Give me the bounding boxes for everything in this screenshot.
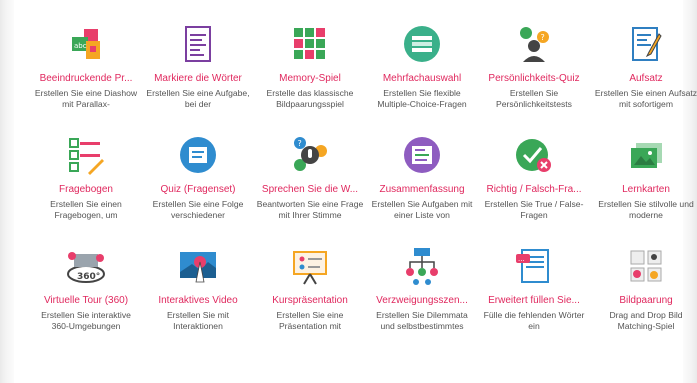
content-type-tile[interactable]: Mehrfachauswahl Erstellen Sie flexible M… (366, 24, 478, 124)
svg-text:...: ... (518, 255, 525, 263)
tile-title: Aufsatz (629, 73, 663, 84)
tile-description: Erstellen Sie eine Folge verschiedener (152, 199, 244, 220)
tile-description: Erstellen Sie mit Interaktionen (166, 310, 230, 331)
personality-quiz-icon: ? (514, 24, 554, 64)
content-type-tile[interactable]: Aufsatz Erstellen Sie einen Aufsatz mit … (590, 24, 697, 124)
tile-title: Bildpaarung (619, 295, 673, 306)
tile-title: Lernkarten (622, 184, 670, 195)
tile-title: Erweitert füllen Sie... (488, 295, 580, 306)
multiple-choice-icon (402, 24, 442, 64)
tile-title: Fragebogen (59, 184, 113, 195)
tile-description: Erstellen Sie interaktive 360-Umgebungen (41, 310, 131, 331)
tile-title: Markiere die Wörter (154, 73, 242, 84)
content-type-tile[interactable]: 360° Virtuelle Tour (360) Erstellen Sie … (30, 246, 142, 346)
tile-title: Mehrfachauswahl (382, 73, 462, 84)
content-type-tile[interactable]: Verzweigungsszen... Erstellen Sie Dilemm… (366, 246, 478, 346)
content-type-tile[interactable]: Interaktives Video Erstellen Sie mit Int… (142, 246, 254, 346)
virtual-tour-icon: 360° (66, 246, 106, 286)
tile-description: Erstellen Sie Persönlichkeitstests (496, 88, 572, 109)
advanced-fill-blanks-icon: ... (514, 246, 554, 286)
tile-title: Virtuelle Tour (360) (43, 295, 129, 306)
tile-title: Verzweigungsszen... (376, 295, 468, 306)
branching-scenario-icon (402, 246, 442, 286)
svg-text:?: ? (541, 33, 545, 42)
true-false-icon (514, 135, 554, 175)
content-type-tile[interactable]: Quiz (Fragenset) Erstellen Sie eine Folg… (142, 135, 254, 235)
tile-description: Fülle die fehlenden Wörter ein (483, 310, 585, 331)
content-type-panel: abc Beeindruckende Pr... Erstellen Sie e… (14, 0, 697, 383)
tile-description: Erstellen Sie stilvolle und moderne (598, 199, 694, 220)
tile-description: Erstellen Sie flexible Multiple-Choice-F… (377, 88, 467, 109)
tile-description: Erstellen Sie einen Aufsatz mit sofortig… (594, 88, 697, 109)
tile-description: Erstellen Sie Aufgaben mit einer Liste v… (371, 199, 473, 220)
speak-words-icon: ? (290, 135, 330, 175)
tile-description: Drag and Drop Bild Matching-Spiel (609, 310, 683, 331)
content-type-tile[interactable]: Lernkarten Erstellen Sie stilvolle und m… (590, 135, 697, 235)
tile-description: Erstellen Sie True / False-Fragen (484, 199, 584, 220)
tile-title: Zusammenfassung (379, 184, 465, 195)
questionnaire-icon (66, 135, 106, 175)
course-presentation-icon (290, 246, 330, 286)
content-type-tile[interactable]: Memory-Spiel Erstelle das klassische Bil… (254, 24, 366, 124)
tile-title: Richtig / Falsch-Fra... (486, 184, 582, 195)
content-type-tile[interactable]: Kurspräsentation Erstellen Sie eine Präs… (254, 246, 366, 346)
svg-text:abc: abc (74, 42, 87, 50)
tile-description: Erstellen Sie eine Präsentation mit (276, 310, 344, 331)
question-set-icon (178, 135, 218, 175)
tile-title: Memory-Spiel (279, 73, 341, 84)
tile-title: Interaktives Video (158, 295, 238, 306)
svg-text:360°: 360° (77, 272, 100, 282)
tile-description: Beantworten Sie eine Frage mit Ihrer Sti… (256, 199, 364, 220)
mark-words-icon (178, 24, 218, 64)
tile-title: Beeindruckende Pr... (39, 73, 133, 84)
tile-description: Erstelle das klassische Bildpaarungsspie… (266, 88, 354, 109)
slideshow-icon: abc (66, 24, 106, 64)
tile-title: Sprechen Sie die W... (261, 184, 359, 195)
memory-game-icon (290, 24, 330, 64)
content-type-tile[interactable]: Markiere die Wörter Erstellen Sie eine A… (142, 24, 254, 124)
content-type-tile[interactable]: abc Beeindruckende Pr... Erstellen Sie e… (30, 24, 142, 124)
tile-description: Erstellen Sie eine Aufgabe, bei der (146, 88, 250, 109)
tile-description: Erstellen Sie Dilemmata und selbstbestim… (376, 310, 468, 331)
content-type-tile[interactable]: ... Erweitert füllen Sie... Fülle die fe… (478, 246, 590, 346)
svg-text:?: ? (298, 139, 302, 148)
content-type-grid: abc Beeindruckende Pr... Erstellen Sie e… (14, 0, 697, 383)
content-type-tile[interactable]: ? Sprechen Sie die W... Beantworten Sie … (254, 135, 366, 235)
content-type-tile[interactable]: Fragebogen Erstellen Sie einen Frageboge… (30, 135, 142, 235)
tile-description: Erstellen Sie einen Fragebogen, um (50, 199, 122, 220)
content-type-tile[interactable]: ? Persönlichkeits-Quiz Erstellen Sie Per… (478, 24, 590, 124)
content-type-tile[interactable]: Zusammenfassung Erstellen Sie Aufgaben m… (366, 135, 478, 235)
essay-icon (626, 24, 666, 64)
flashcards-icon (626, 135, 666, 175)
content-type-tile[interactable]: Bildpaarung Drag and Drop Bild Matching-… (590, 246, 697, 346)
image-pairing-icon (626, 246, 666, 286)
content-type-tile[interactable]: Richtig / Falsch-Fra... Erstellen Sie Tr… (478, 135, 590, 235)
tile-title: Persönlichkeits-Quiz (488, 73, 580, 84)
tile-title: Kurspräsentation (272, 295, 348, 306)
tile-description: Erstellen Sie eine Diashow mit Parallax- (34, 88, 138, 109)
tile-title: Quiz (Fragenset) (160, 184, 236, 195)
summary-icon (402, 135, 442, 175)
interactive-video-icon (178, 246, 218, 286)
